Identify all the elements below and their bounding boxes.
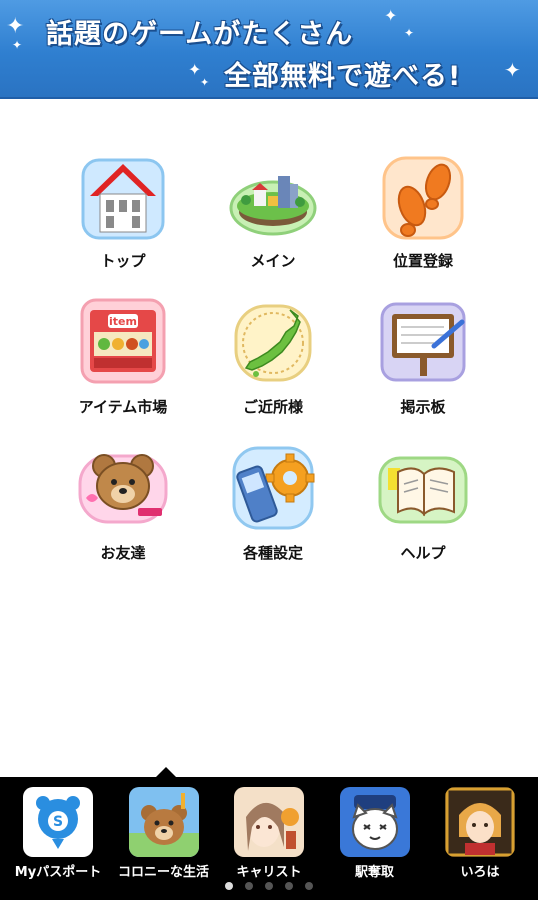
colony-app-icon [128, 787, 199, 857]
iroha-app-icon [445, 787, 515, 857]
sparkle-icon: ✦ [200, 76, 210, 89]
menu-item-neighbors[interactable]: ご近所様 [198, 296, 348, 442]
app-my-passport[interactable]: S Myパスポート [6, 787, 110, 880]
menu-item-settings[interactable]: 各種設定 [198, 442, 348, 588]
app-label: コロニーな生活 [117, 865, 209, 880]
menu-item-label: ヘルプ [400, 544, 446, 562]
banner-subheadline: 全部無料で遊べる! [224, 61, 462, 92]
passport-app-icon: S [23, 787, 93, 857]
app-eki-dasshu[interactable]: 駅奪取 [323, 787, 427, 880]
japan-map-icon [228, 296, 318, 386]
menu-item-label: アイテム市場 [78, 398, 168, 416]
ekidash-app-icon [339, 787, 410, 857]
menu-item-label: お友達 [100, 544, 146, 562]
phone-gear-icon [228, 442, 318, 532]
banner-headline: 話題のゲームがたくさん [46, 19, 354, 50]
page-dot[interactable] [305, 882, 313, 890]
sparkle-icon: ✦ [404, 26, 415, 40]
page-dot[interactable] [265, 882, 273, 890]
bear-icon [78, 442, 168, 532]
app-iroha[interactable]: いろは [428, 787, 532, 880]
sparkle-icon: ✦ [384, 6, 398, 25]
footprints-icon [378, 150, 468, 240]
page-indicator [0, 882, 538, 890]
menu-item-label: ご近所様 [242, 398, 303, 416]
menu-item-label: 各種設定 [242, 544, 303, 562]
app-colony-life[interactable]: コロニーな生活 [112, 787, 216, 880]
sparkle-icon: ✦ [6, 14, 25, 39]
svg-text:S: S [53, 814, 63, 830]
house-icon [78, 150, 168, 240]
menu-item-friends[interactable]: お友達 [48, 442, 198, 588]
menu-item-bulletin-board[interactable]: 掲示板 [348, 296, 498, 442]
town-icon [228, 150, 318, 240]
app-carist[interactable]: キャリスト [217, 787, 321, 880]
main-menu-grid: トップ メイン 位置登録 item アイテム市場 ご近所様 掲示板 お友達 各種… [48, 150, 498, 588]
selected-app-pointer [156, 767, 176, 777]
promo-banner[interactable]: ✦ ✦ ✦ ✦ ✦ ✦ ✦ 話題のゲームがたくさん 全部無料で遊べる! [0, 0, 538, 99]
signboard-icon [378, 296, 468, 386]
page-dot[interactable] [225, 882, 233, 890]
app-label: Myパスポート [14, 865, 102, 880]
menu-item-help[interactable]: ヘルプ [348, 442, 498, 588]
carist-app-icon [234, 787, 304, 857]
item-shop-badge: item [109, 315, 137, 328]
app-label: キャリスト [236, 865, 302, 880]
menu-item-location[interactable]: 位置登録 [348, 150, 498, 296]
page-dot[interactable] [245, 882, 253, 890]
menu-item-item-market[interactable]: item アイテム市場 [48, 296, 198, 442]
item-shop-icon: item [78, 296, 168, 386]
menu-item-main[interactable]: メイン [198, 150, 348, 296]
menu-item-label: トップ [100, 252, 146, 270]
page-dot[interactable] [285, 882, 293, 890]
book-icon [378, 442, 468, 532]
app-switcher-bar: S Myパスポート コロニーな生活 キャリスト 駅奪取 いろは [0, 777, 538, 900]
menu-item-label: 掲示板 [400, 398, 446, 416]
menu-item-label: 位置登録 [392, 252, 453, 270]
app-label: いろは [460, 865, 500, 880]
app-label: 駅奪取 [354, 865, 394, 880]
sparkle-icon: ✦ [12, 38, 23, 52]
sparkle-icon: ✦ [504, 58, 521, 82]
menu-item-top[interactable]: トップ [48, 150, 198, 296]
menu-item-label: メイン [250, 252, 296, 270]
